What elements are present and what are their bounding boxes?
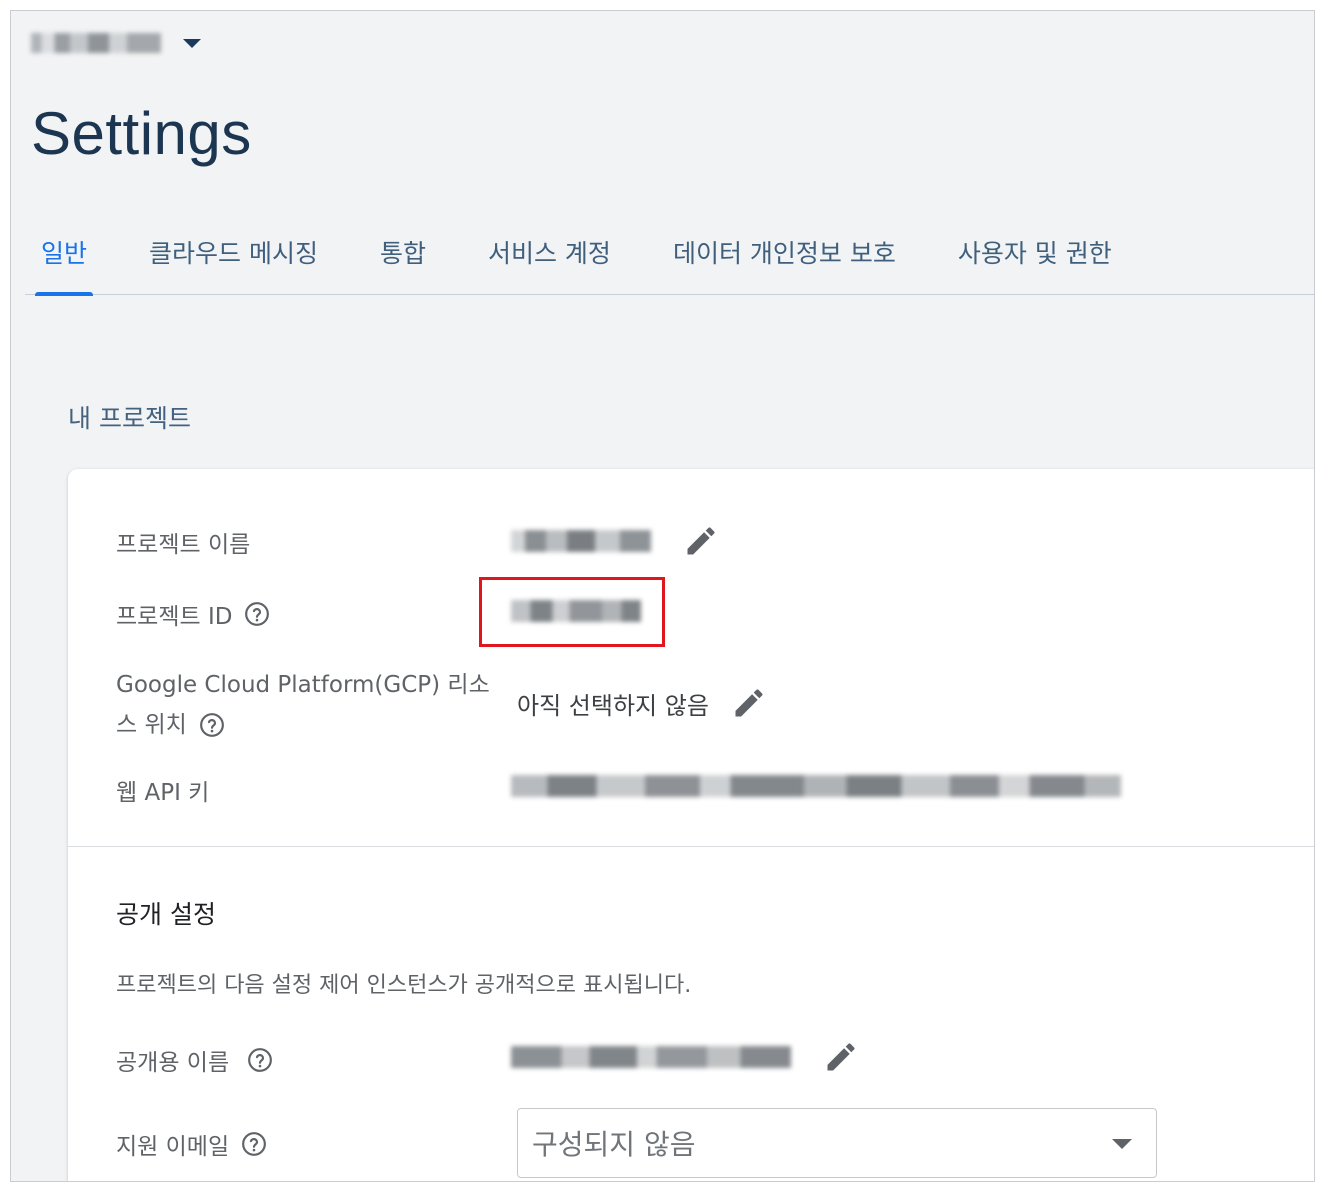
public-name-value-row <box>511 1037 861 1077</box>
tab-label: 통합 <box>379 239 426 268</box>
page-title: Settings <box>31 100 252 167</box>
section-heading-public-settings: 공개 설정 <box>116 900 216 929</box>
public-name-value-redacted <box>511 1046 791 1068</box>
tab-service-accounts[interactable]: 서비스 계정 <box>482 226 617 294</box>
edit-pencil-icon[interactable] <box>821 1037 861 1077</box>
tab-data-privacy[interactable]: 데이터 개인정보 보호 <box>667 226 902 294</box>
gcp-location-label-line2: 스 위치 <box>116 712 187 738</box>
project-settings-card: 프로젝트 이름 프로젝트 ID Google Cloud Platform(GC… <box>68 469 1314 1181</box>
edit-pencil-icon[interactable] <box>681 521 721 561</box>
support-email-select[interactable]: 구성되지 않음 <box>517 1108 1157 1178</box>
public-name-label-text: 공개용 이름 <box>116 1050 230 1076</box>
gcp-location-value: 아직 선택하지 않음 <box>517 691 709 720</box>
tab-label: 클라우드 메시징 <box>149 239 318 268</box>
tab-label: 데이터 개인정보 보호 <box>672 239 896 268</box>
tab-label: 사용자 및 권한 <box>957 239 1112 268</box>
settings-tabs: 일반 클라우드 메시징 통합 서비스 계정 데이터 개인정보 보호 사용자 및 … <box>25 226 1314 296</box>
project-id-label: 프로젝트 ID <box>116 597 270 631</box>
tab-label: 서비스 계정 <box>487 239 611 268</box>
section-divider <box>68 846 1314 847</box>
gcp-location-label-line2-row: 스 위치 <box>116 705 490 745</box>
tab-users-permissions[interactable]: 사용자 및 권한 <box>952 226 1118 294</box>
gcp-location-label: Google Cloud Platform(GCP) 리소 스 위치 <box>116 665 490 745</box>
highlight-box-project-id <box>479 577 665 647</box>
support-email-selected-value: 구성되지 않음 <box>532 1128 696 1161</box>
caret-down-icon <box>1112 1139 1132 1149</box>
tab-cloud-messaging[interactable]: 클라우드 메시징 <box>143 226 324 294</box>
project-name-value-redacted <box>511 530 651 552</box>
public-settings-description: 프로젝트의 다음 설정 제어 인스턴스가 공개적으로 표시됩니다. <box>116 973 692 998</box>
help-icon[interactable] <box>244 601 270 627</box>
project-id-label-text: 프로젝트 ID <box>116 604 233 630</box>
help-icon[interactable] <box>241 1131 267 1157</box>
tab-general[interactable]: 일반 <box>35 226 94 296</box>
section-heading-my-project: 내 프로젝트 <box>68 404 191 433</box>
project-selector[interactable] <box>31 33 201 53</box>
project-selector-value-redacted <box>31 33 161 53</box>
tab-label: 일반 <box>41 239 88 268</box>
web-api-key-value-row <box>511 775 1121 797</box>
edit-pencil-icon[interactable] <box>729 683 769 723</box>
web-api-key-label: 웹 API 키 <box>116 773 209 807</box>
tab-integrations[interactable]: 통합 <box>374 226 432 294</box>
caret-down-icon <box>183 38 201 48</box>
web-api-key-label-text: 웹 API 키 <box>116 780 210 806</box>
project-name-label: 프로젝트 이름 <box>116 525 250 559</box>
help-icon[interactable] <box>247 1047 273 1073</box>
help-icon[interactable] <box>199 712 225 738</box>
gcp-location-label-line1: Google Cloud Platform(GCP) 리소 <box>116 672 490 698</box>
gcp-location-value-row: 아직 선택하지 않음 <box>517 683 769 723</box>
project-name-label-text: 프로젝트 이름 <box>116 532 251 558</box>
public-name-label: 공개용 이름 <box>116 1043 273 1077</box>
support-email-label-text: 지원 이메일 <box>116 1134 230 1160</box>
project-name-value-row <box>511 521 721 561</box>
web-api-key-value-redacted <box>511 775 1121 797</box>
settings-window: Settings 일반 클라우드 메시징 통합 서비스 계정 데이터 개인정보 … <box>10 10 1315 1182</box>
support-email-label: 지원 이메일 <box>116 1127 267 1161</box>
